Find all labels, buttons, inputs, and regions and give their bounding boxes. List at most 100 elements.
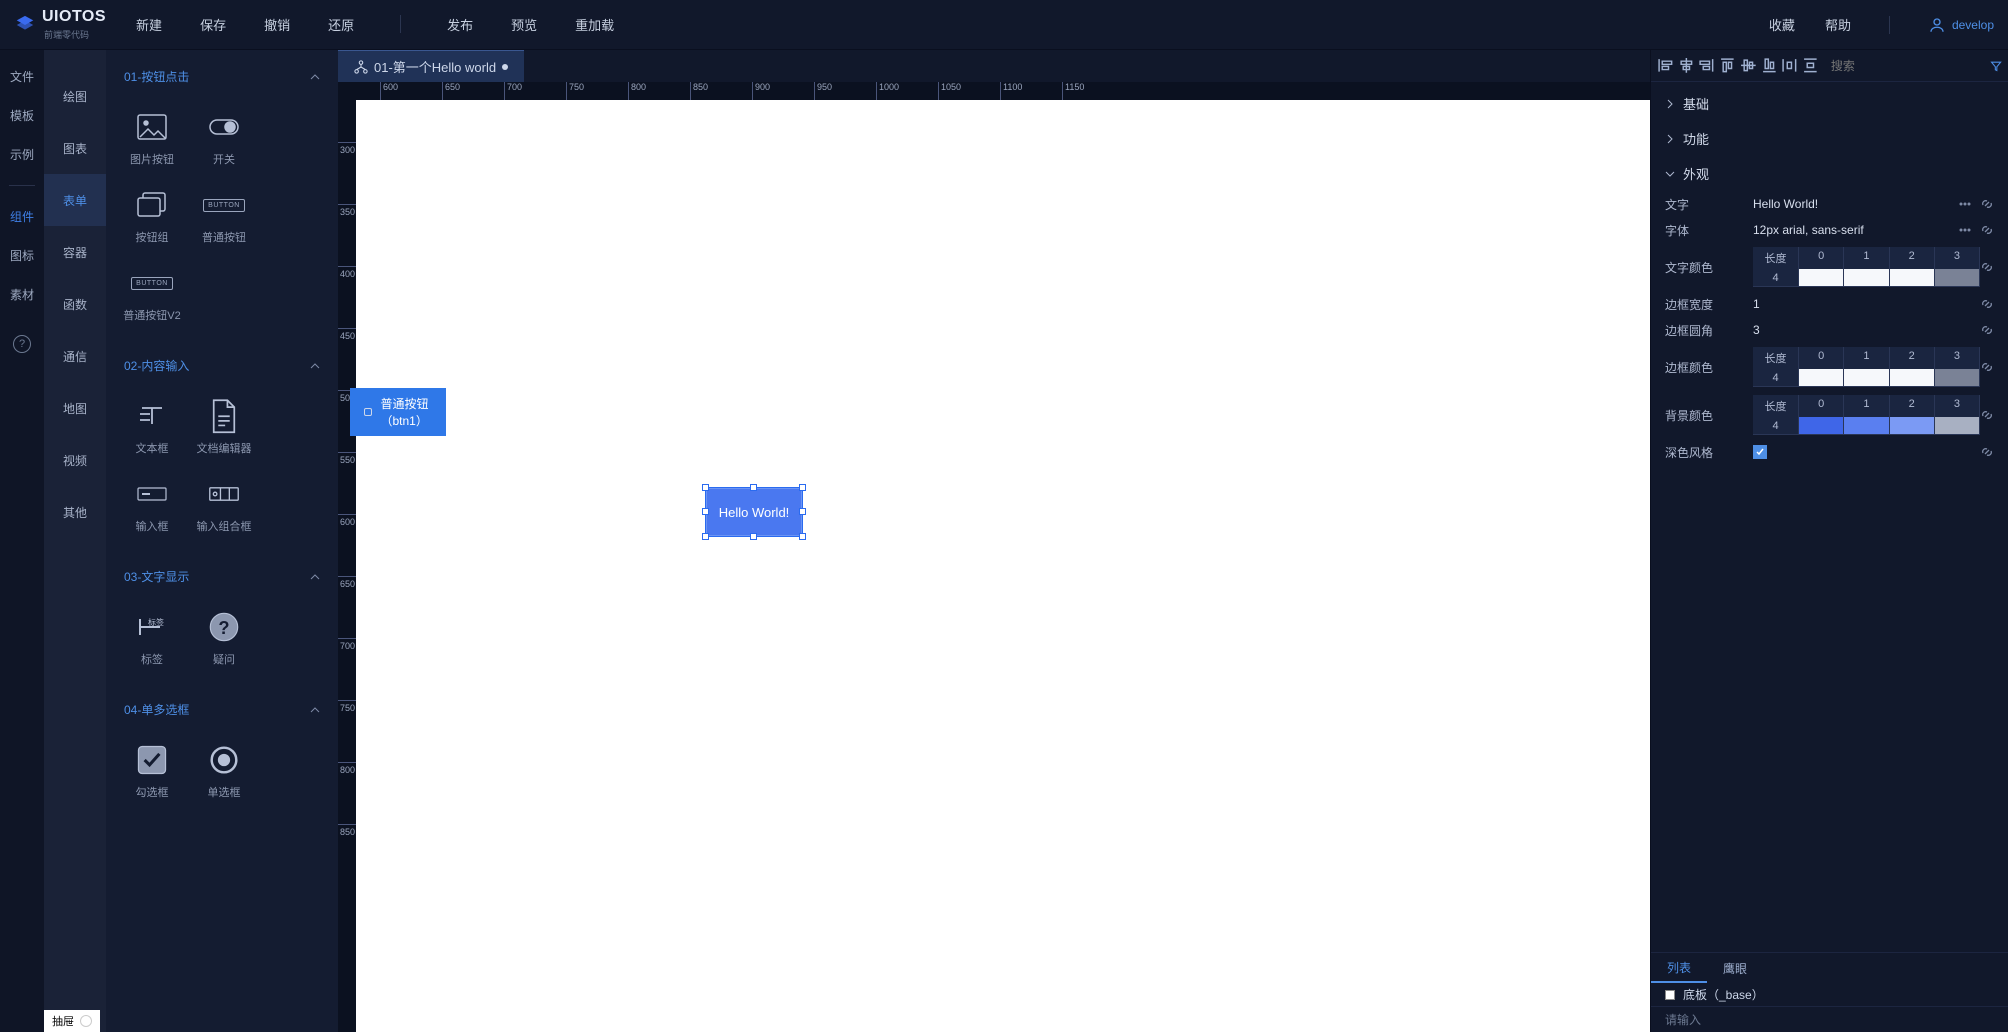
menu-new[interactable]: 新建 xyxy=(136,15,162,34)
link-icon[interactable] xyxy=(1980,360,1994,374)
layer-input[interactable]: 请输入 xyxy=(1651,1006,2008,1032)
top-help[interactable]: 帮助 xyxy=(1825,15,1851,34)
ruler-vertical[interactable]: 250300350400450500550600650700750800850 xyxy=(338,100,356,1032)
ruler-horizontal[interactable]: 5506006507007508008509009501000105011001… xyxy=(338,82,1650,100)
align-top-button[interactable] xyxy=(1719,55,1736,77)
resize-handle-ml[interactable] xyxy=(702,508,709,515)
comp-button-group[interactable]: 按钮组 xyxy=(116,179,188,257)
group-button-click[interactable]: 01-按钮点击 xyxy=(112,58,332,95)
comp-question[interactable]: ? 疑问 xyxy=(188,601,260,679)
color-swatch[interactable] xyxy=(1935,369,1980,387)
drawer-toggle[interactable]: 抽屉 xyxy=(44,1010,100,1032)
bg-color-table[interactable]: 长度0123 4 xyxy=(1753,395,1980,435)
menu-save[interactable]: 保存 xyxy=(200,15,226,34)
align-center-h-button[interactable] xyxy=(1678,55,1695,77)
color-swatch[interactable] xyxy=(1935,269,1980,287)
prop-value[interactable]: 1 xyxy=(1753,297,1980,311)
section-appearance[interactable]: 外观 xyxy=(1651,156,2008,191)
comp-input[interactable]: 输入框 xyxy=(116,468,188,546)
comp-doc-editor[interactable]: 文档编辑器 xyxy=(188,390,260,468)
link-icon[interactable] xyxy=(1980,297,1994,311)
distribute-h-button[interactable] xyxy=(1781,55,1798,77)
resize-handle-mr[interactable] xyxy=(799,508,806,515)
align-bottom-button[interactable] xyxy=(1761,55,1778,77)
link-icon[interactable] xyxy=(1980,260,1994,274)
cat-video[interactable]: 视频 xyxy=(44,434,106,486)
cat-form[interactable]: 表单 xyxy=(44,174,106,226)
resize-handle-tr[interactable] xyxy=(799,484,806,491)
link-icon[interactable] xyxy=(1980,408,1994,422)
color-swatch[interactable] xyxy=(1844,417,1889,435)
button-instance[interactable]: Hello World! xyxy=(706,488,802,536)
menu-redo[interactable]: 还原 xyxy=(328,15,354,34)
link-icon[interactable] xyxy=(1980,445,1994,459)
comp-image-button[interactable]: 图片按钮 xyxy=(116,101,188,179)
color-swatch[interactable] xyxy=(1844,269,1889,287)
canvas[interactable]: Hello World! xyxy=(356,100,1650,1032)
comp-switch[interactable]: 开关 xyxy=(188,101,260,179)
group-input[interactable]: 02-内容输入 xyxy=(112,347,332,384)
layers-tab-eagle[interactable]: 鹰眼 xyxy=(1707,953,1763,983)
rail-file[interactable]: 文件 xyxy=(10,68,34,85)
resize-handle-bm[interactable] xyxy=(750,533,757,540)
resize-handle-bl[interactable] xyxy=(702,533,709,540)
text-color-table[interactable]: 长度0123 4 xyxy=(1753,247,1980,287)
color-swatch[interactable] xyxy=(1799,417,1844,435)
rail-component[interactable]: 组件 xyxy=(10,208,34,225)
prop-value[interactable]: Hello World! xyxy=(1753,197,1958,211)
layers-tab-list[interactable]: 列表 xyxy=(1651,953,1707,983)
link-icon[interactable] xyxy=(1980,197,1994,211)
resize-handle-tm[interactable] xyxy=(750,484,757,491)
top-favorite[interactable]: 收藏 xyxy=(1769,15,1795,34)
link-icon[interactable] xyxy=(1980,223,1994,237)
color-swatch[interactable] xyxy=(1799,269,1844,287)
menu-preview[interactable]: 预览 xyxy=(511,15,537,34)
color-swatch[interactable] xyxy=(1890,369,1935,387)
color-swatch[interactable] xyxy=(1890,269,1935,287)
align-left-button[interactable] xyxy=(1657,55,1674,77)
prop-value[interactable]: 12px arial, sans-serif xyxy=(1753,223,1958,237)
rail-iconlib[interactable]: 图标 xyxy=(10,247,34,264)
cat-function[interactable]: 函数 xyxy=(44,278,106,330)
tab-hello-world[interactable]: 01-第一个Hello world xyxy=(338,50,524,82)
rail-help-icon[interactable]: ? xyxy=(13,335,31,353)
rail-example[interactable]: 示例 xyxy=(10,146,34,163)
cat-draw[interactable]: 绘图 xyxy=(44,70,106,122)
cat-chart[interactable]: 图表 xyxy=(44,122,106,174)
section-function[interactable]: 功能 xyxy=(1651,121,2008,156)
color-swatch[interactable] xyxy=(1935,417,1980,435)
color-swatch[interactable] xyxy=(1890,417,1935,435)
rail-material[interactable]: 素材 xyxy=(10,286,34,303)
cat-container[interactable]: 容器 xyxy=(44,226,106,278)
layer-row-base[interactable]: 底板（_base） xyxy=(1651,983,2008,1006)
resize-handle-br[interactable] xyxy=(799,533,806,540)
comp-radio[interactable]: 单选框 xyxy=(188,734,260,812)
link-icon[interactable] xyxy=(1980,323,1994,337)
cat-comm[interactable]: 通信 xyxy=(44,330,106,382)
rail-template[interactable]: 模板 xyxy=(10,107,34,124)
cat-map[interactable]: 地图 xyxy=(44,382,106,434)
menu-undo[interactable]: 撤销 xyxy=(264,15,290,34)
comp-textbox[interactable]: 文本框 xyxy=(116,390,188,468)
comp-input-group[interactable]: 输入组合框 xyxy=(188,468,260,546)
comp-button-v2[interactable]: BUTTON 普通按钮V2 xyxy=(116,257,188,335)
distribute-v-button[interactable] xyxy=(1802,55,1819,77)
color-swatch[interactable] xyxy=(1844,369,1889,387)
prop-value[interactable]: 3 xyxy=(1753,323,1980,337)
align-right-button[interactable] xyxy=(1698,55,1715,77)
more-icon[interactable] xyxy=(1958,223,1972,237)
layer-row-btn1[interactable]: 普通按钮（btn1） xyxy=(350,388,446,436)
border-color-table[interactable]: 长度0123 4 xyxy=(1753,347,1980,387)
checkbox-dark-mode[interactable] xyxy=(1753,445,1767,459)
menu-publish[interactable]: 发布 xyxy=(447,15,473,34)
section-basic[interactable]: 基础 xyxy=(1651,86,2008,121)
group-checkbox-radio[interactable]: 04-单多选框 xyxy=(112,691,332,728)
inspector-search-input[interactable] xyxy=(1831,59,1986,73)
filter-icon[interactable] xyxy=(1990,58,2002,74)
selected-element[interactable]: Hello World! xyxy=(706,488,802,536)
cat-other[interactable]: 其他 xyxy=(44,486,106,538)
more-icon[interactable] xyxy=(1958,197,1972,211)
align-middle-button[interactable] xyxy=(1740,55,1757,77)
menu-reload[interactable]: 重加载 xyxy=(575,15,614,34)
resize-handle-tl[interactable] xyxy=(702,484,709,491)
